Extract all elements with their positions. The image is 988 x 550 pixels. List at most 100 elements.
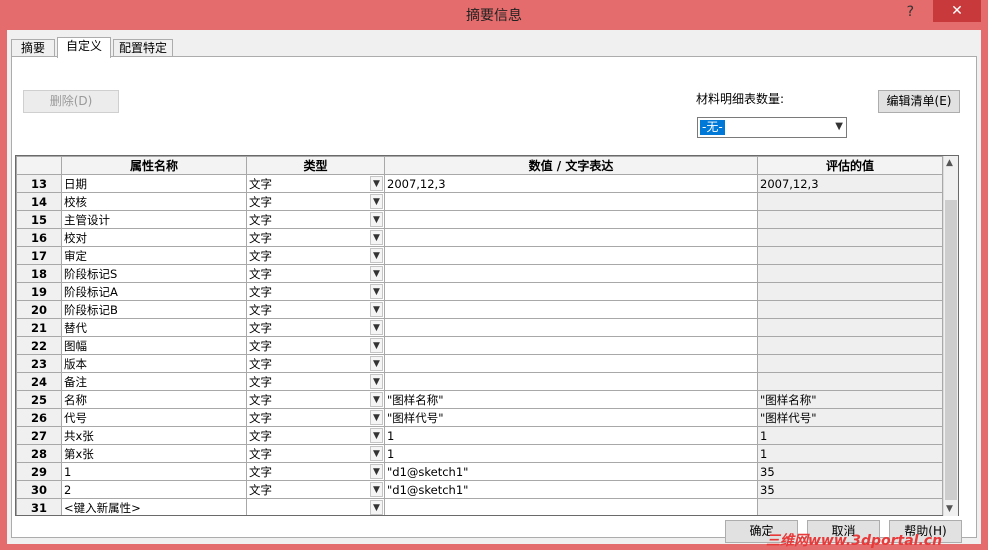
type-dropdown-icon[interactable]: ▼: [370, 284, 383, 299]
help-icon[interactable]: ?: [907, 4, 914, 20]
type-dropdown-icon[interactable]: ▼: [370, 338, 383, 353]
scroll-up-icon[interactable]: ▲: [946, 158, 953, 168]
value-cell[interactable]: [384, 282, 758, 301]
property-name-cell[interactable]: 共x张: [61, 426, 247, 445]
type-dropdown-icon[interactable]: ▼: [370, 230, 383, 245]
value-cell[interactable]: "d1@sketch1": [384, 480, 758, 499]
type-dropdown-icon[interactable]: ▼: [370, 302, 383, 317]
value-cell[interactable]: "d1@sketch1": [384, 462, 758, 481]
close-icon[interactable]: ✕: [933, 0, 981, 22]
property-name-cell[interactable]: 日期: [61, 174, 247, 193]
type-cell[interactable]: 文字 ▼: [246, 246, 385, 265]
value-cell[interactable]: "图样代号": [384, 408, 758, 427]
type-dropdown-icon[interactable]: ▼: [370, 446, 383, 461]
value-cell[interactable]: 2007,12,3: [384, 174, 758, 193]
table-row[interactable]: 31 <键入新属性> ▼: [16, 498, 943, 515]
type-cell[interactable]: 文字 ▼: [246, 372, 385, 391]
property-name-cell[interactable]: <键入新属性>: [61, 498, 247, 515]
tab-config-specific[interactable]: 配置特定: [113, 39, 173, 57]
type-cell[interactable]: 文字 ▼: [246, 192, 385, 211]
type-cell[interactable]: 文字 ▼: [246, 174, 385, 193]
type-cell[interactable]: 文字 ▼: [246, 426, 385, 445]
table-row[interactable]: 14 校核 文字 ▼: [16, 192, 943, 211]
type-dropdown-icon[interactable]: ▼: [370, 212, 383, 227]
type-dropdown-icon[interactable]: ▼: [370, 176, 383, 191]
chevron-down-icon[interactable]: ▼: [835, 121, 843, 132]
type-dropdown-icon[interactable]: ▼: [370, 356, 383, 371]
edit-list-button[interactable]: 编辑清单(E): [878, 90, 960, 113]
table-row[interactable]: 21 替代 文字 ▼: [16, 318, 943, 337]
property-name-cell[interactable]: 2: [61, 480, 247, 499]
table-row[interactable]: 29 1 文字 ▼ "d1@sketch1" 35: [16, 462, 943, 481]
table-row[interactable]: 26 代号 文字 ▼ "图样代号" "图样代号": [16, 408, 943, 427]
table-row[interactable]: 18 阶段标记S 文字 ▼: [16, 264, 943, 283]
vertical-scrollbar[interactable]: ▲ ▼: [943, 156, 958, 516]
scroll-down-icon[interactable]: ▼: [946, 504, 953, 514]
type-dropdown-icon[interactable]: ▼: [370, 500, 383, 515]
table-row[interactable]: 25 名称 文字 ▼ "图样名称" "图样名称": [16, 390, 943, 409]
type-cell[interactable]: 文字 ▼: [246, 336, 385, 355]
value-cell[interactable]: [384, 300, 758, 319]
value-cell[interactable]: [384, 210, 758, 229]
table-row[interactable]: 17 审定 文字 ▼: [16, 246, 943, 265]
type-cell[interactable]: 文字 ▼: [246, 408, 385, 427]
value-cell[interactable]: [384, 246, 758, 265]
property-name-cell[interactable]: 图幅: [61, 336, 247, 355]
type-dropdown-icon[interactable]: ▼: [370, 320, 383, 335]
tab-custom[interactable]: 自定义: [57, 37, 111, 58]
bom-quantity-select[interactable]: -无- ▼: [697, 117, 847, 138]
property-name-cell[interactable]: 名称: [61, 390, 247, 409]
scroll-thumb[interactable]: [945, 200, 957, 500]
value-cell[interactable]: [384, 318, 758, 337]
table-row[interactable]: 28 第x张 文字 ▼ 1 1: [16, 444, 943, 463]
value-cell[interactable]: [384, 336, 758, 355]
type-cell[interactable]: 文字 ▼: [246, 282, 385, 301]
property-name-cell[interactable]: 主管设计: [61, 210, 247, 229]
property-name-cell[interactable]: 备注: [61, 372, 247, 391]
type-cell[interactable]: ▼: [246, 498, 385, 515]
value-cell[interactable]: [384, 192, 758, 211]
delete-button[interactable]: 删除(D): [23, 90, 119, 113]
type-dropdown-icon[interactable]: ▼: [370, 482, 383, 497]
type-cell[interactable]: 文字 ▼: [246, 390, 385, 409]
property-name-cell[interactable]: 校对: [61, 228, 247, 247]
table-row[interactable]: 15 主管设计 文字 ▼: [16, 210, 943, 229]
type-dropdown-icon[interactable]: ▼: [370, 194, 383, 209]
table-row[interactable]: 13 日期 文字 ▼ 2007,12,3 2007,12,3: [16, 174, 943, 193]
table-row[interactable]: 16 校对 文字 ▼: [16, 228, 943, 247]
type-dropdown-icon[interactable]: ▼: [370, 392, 383, 407]
type-cell[interactable]: 文字 ▼: [246, 264, 385, 283]
property-name-cell[interactable]: 审定: [61, 246, 247, 265]
property-name-cell[interactable]: 校核: [61, 192, 247, 211]
property-name-cell[interactable]: 代号: [61, 408, 247, 427]
property-name-cell[interactable]: 版本: [61, 354, 247, 373]
property-name-cell[interactable]: 阶段标记A: [61, 282, 247, 301]
type-cell[interactable]: 文字 ▼: [246, 210, 385, 229]
type-cell[interactable]: 文字 ▼: [246, 318, 385, 337]
table-row[interactable]: 22 图幅 文字 ▼: [16, 336, 943, 355]
value-cell[interactable]: [384, 498, 758, 515]
tab-summary[interactable]: 摘要: [11, 39, 55, 57]
type-cell[interactable]: 文字 ▼: [246, 444, 385, 463]
type-dropdown-icon[interactable]: ▼: [370, 374, 383, 389]
value-cell[interactable]: [384, 228, 758, 247]
value-cell[interactable]: 1: [384, 444, 758, 463]
type-dropdown-icon[interactable]: ▼: [370, 410, 383, 425]
type-cell[interactable]: 文字 ▼: [246, 228, 385, 247]
type-cell[interactable]: 文字 ▼: [246, 300, 385, 319]
property-name-cell[interactable]: 第x张: [61, 444, 247, 463]
table-row[interactable]: 23 版本 文字 ▼: [16, 354, 943, 373]
property-name-cell[interactable]: 阶段标记B: [61, 300, 247, 319]
type-cell[interactable]: 文字 ▼: [246, 462, 385, 481]
property-name-cell[interactable]: 1: [61, 462, 247, 481]
value-cell[interactable]: [384, 354, 758, 373]
property-name-cell[interactable]: 替代: [61, 318, 247, 337]
property-name-cell[interactable]: 阶段标记S: [61, 264, 247, 283]
value-cell[interactable]: [384, 264, 758, 283]
type-dropdown-icon[interactable]: ▼: [370, 248, 383, 263]
table-row[interactable]: 19 阶段标记A 文字 ▼: [16, 282, 943, 301]
table-row[interactable]: 30 2 文字 ▼ "d1@sketch1" 35: [16, 480, 943, 499]
type-dropdown-icon[interactable]: ▼: [370, 464, 383, 479]
type-cell[interactable]: 文字 ▼: [246, 354, 385, 373]
table-row[interactable]: 27 共x张 文字 ▼ 1 1: [16, 426, 943, 445]
